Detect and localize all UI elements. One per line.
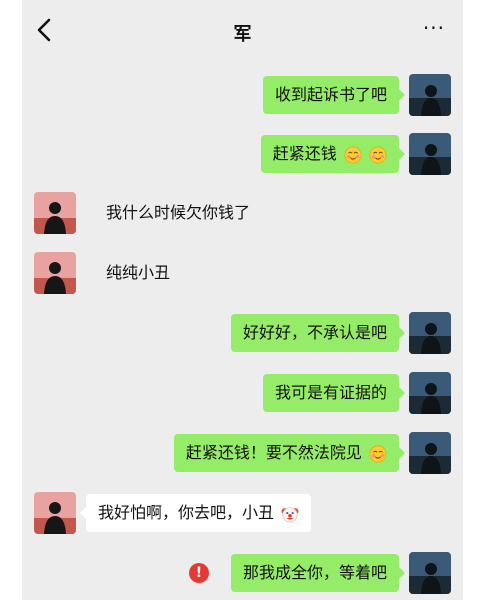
avatar-image [409, 432, 451, 474]
sent-message-bubble[interactable]: 那我成全你，等着吧 [230, 554, 406, 592]
contact-avatar[interactable] [34, 492, 76, 534]
message-row: 赶紧还钱 [22, 131, 463, 177]
my-avatar[interactable] [409, 552, 451, 594]
my-avatar[interactable] [409, 372, 451, 414]
phone-frame: 军 ··· 收到起诉书了吧 赶紧还钱 我什么时候欠你钱了 纯纯小丑 好好好，不承… [0, 0, 481, 600]
message-text: 收到起诉书了吧 [274, 85, 387, 104]
message-text: 我好怕啊，你去吧，小丑 [98, 503, 275, 522]
contact-avatar[interactable] [34, 192, 76, 234]
avatar-image [409, 552, 451, 594]
received-message-text[interactable]: 纯纯小丑 [106, 254, 170, 292]
chat-title: 军 [233, 24, 252, 45]
contact-avatar[interactable] [34, 252, 76, 294]
message-row: 纯纯小丑 [22, 250, 463, 296]
my-avatar[interactable] [409, 432, 451, 474]
chat-header: 军 ··· [22, 0, 463, 60]
avatar-image [409, 133, 451, 175]
avatar-image [409, 372, 451, 414]
blush-face-emoji [369, 146, 387, 163]
send-failed-icon[interactable]: ! [189, 563, 209, 583]
more-options-icon[interactable]: ··· [423, 16, 445, 40]
clown-face-emoji [281, 506, 299, 522]
avatar-image [34, 252, 76, 294]
sent-message-bubble[interactable]: 赶紧还钱！要不然法院见 [173, 434, 406, 472]
message-text: 赶紧还钱！要不然法院见 [185, 443, 362, 462]
avatar-image [34, 192, 76, 234]
blush-face-emoji [369, 445, 387, 462]
message-row: 我可是有证据的 [22, 370, 463, 416]
message-row: 好好好，不承认是吧 [22, 310, 463, 356]
message-text: 赶紧还钱 [272, 144, 337, 163]
my-avatar[interactable] [409, 74, 451, 116]
avatar-image [409, 74, 451, 116]
received-message-bubble[interactable]: 我好怕啊，你去吧，小丑 [79, 494, 312, 532]
message-row: 我什么时候欠你钱了 [22, 190, 463, 236]
message-row: 赶紧还钱！要不然法院见 [22, 430, 463, 476]
avatar-image [409, 312, 451, 354]
message-row: 我好怕啊，你去吧，小丑 [22, 490, 463, 536]
received-message-text[interactable]: 我什么时候欠你钱了 [106, 194, 250, 232]
blush-face-emoji [344, 146, 362, 163]
sent-message-bubble[interactable]: 我可是有证据的 [262, 374, 406, 412]
message-row: ! 那我成全你，等着吧 [22, 550, 463, 596]
sent-message-bubble[interactable]: 好好好，不承认是吧 [230, 314, 406, 352]
sent-message-bubble[interactable]: 赶紧还钱 [260, 135, 406, 173]
chat-screen: 军 ··· 收到起诉书了吧 赶紧还钱 我什么时候欠你钱了 纯纯小丑 好好好，不承… [22, 0, 463, 600]
message-text: 我可是有证据的 [274, 383, 387, 402]
message-text: 好好好，不承认是吧 [242, 323, 387, 342]
message-text: 那我成全你，等着吧 [242, 563, 387, 582]
avatar-image [34, 492, 76, 534]
my-avatar[interactable] [409, 312, 451, 354]
my-avatar[interactable] [409, 133, 451, 175]
sent-message-bubble[interactable]: 收到起诉书了吧 [262, 76, 406, 114]
message-row: 收到起诉书了吧 [22, 72, 463, 118]
